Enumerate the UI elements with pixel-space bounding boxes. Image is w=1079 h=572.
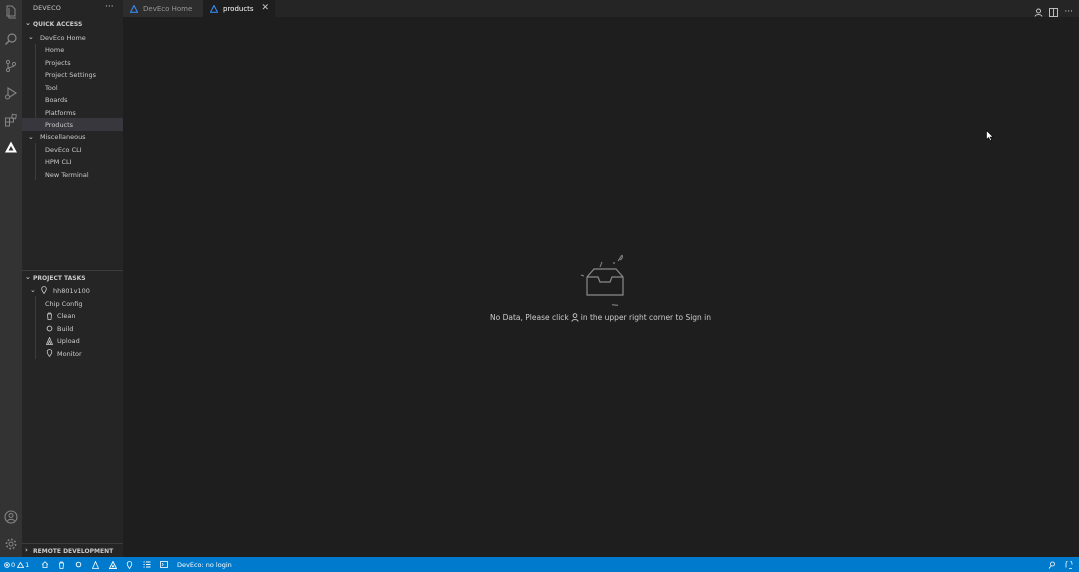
feedback-icon[interactable] — [1048, 557, 1056, 572]
run-debug-icon[interactable] — [2, 84, 20, 102]
tree-item-new-terminal[interactable]: New Terminal — [22, 168, 123, 181]
warning-count: 1 — [25, 560, 30, 569]
tree-item-projects[interactable]: Projects — [22, 56, 123, 69]
tab-products[interactable]: products ✕ — [203, 0, 275, 17]
chevron-right-icon: › — [25, 546, 28, 554]
section-project-tasks[interactable]: ⌄ PROJECT TASKS — [22, 273, 123, 284]
deveco-logo-icon[interactable] — [2, 138, 20, 156]
empty-message-text-2: in the upper right corner to Sign in — [580, 313, 712, 322]
folder-pin-icon — [41, 286, 47, 296]
flame-icon[interactable] — [92, 557, 99, 572]
list-icon[interactable] — [143, 557, 151, 572]
deveco-logo-icon — [130, 4, 138, 13]
tree-item-platforms[interactable]: Platforms — [22, 106, 123, 119]
task-upload[interactable]: Upload — [22, 335, 123, 348]
empty-inbox-icon — [578, 253, 634, 313]
section-quick-access[interactable]: ⌄ QUICK ACCESS — [22, 19, 123, 30]
task-build[interactable]: Build — [22, 322, 123, 335]
circle-icon — [46, 325, 53, 334]
source-control-icon[interactable] — [2, 57, 20, 75]
sidebar-header: DEVECO ··· — [22, 0, 123, 17]
tree-item-tool[interactable]: Tool — [22, 81, 123, 94]
search-icon[interactable] — [2, 30, 20, 48]
chevron-down-icon: ⌄ — [28, 132, 34, 141]
account-icon — [571, 313, 579, 322]
empty-message-text: No Data, Please click — [490, 313, 569, 322]
section-divider[interactable] — [22, 543, 123, 544]
tab-label: DevEco Home — [143, 4, 193, 13]
deveco-logo-icon — [210, 4, 218, 13]
tree-item-products[interactable]: Products — [22, 118, 123, 131]
error-icon — [4, 561, 10, 568]
tree-item-project-settings[interactable]: Project Settings — [22, 69, 123, 82]
deveco-logo-icon[interactable] — [109, 557, 117, 572]
mouse-pointer-icon — [986, 126, 994, 145]
empty-state-message: No Data, Please click in the upper right… — [490, 313, 711, 322]
terminal-icon[interactable] — [160, 557, 168, 572]
warning-icon — [17, 561, 25, 568]
tab-deveco-home[interactable]: DevEco Home — [123, 0, 203, 17]
sidebar-title: DEVECO — [33, 4, 61, 12]
tree-group-project[interactable]: ⌄ hh801v100 — [22, 284, 123, 297]
tree-item-home[interactable]: Home — [22, 44, 123, 57]
plug-icon — [46, 349, 53, 359]
tree-item-boards[interactable]: Boards — [22, 94, 123, 107]
account-icon[interactable] — [2, 508, 20, 526]
section-divider[interactable] — [22, 270, 123, 271]
task-clean[interactable]: Clean — [22, 310, 123, 323]
home-icon[interactable] — [41, 557, 49, 572]
tab-label: products — [223, 4, 254, 13]
chevron-down-icon: ⌄ — [30, 286, 36, 294]
settings-gear-icon[interactable] — [2, 535, 20, 553]
error-count: 0 — [11, 560, 16, 569]
close-icon[interactable]: ✕ — [261, 3, 269, 13]
editor-tab-bar: DevEco Home products ✕ ··· — [123, 0, 1079, 17]
tree-group-miscellaneous[interactable]: ⌄ Miscellaneous — [22, 131, 123, 144]
flame-icon — [45, 335, 54, 347]
trash-icon — [46, 312, 53, 322]
chevron-down-icon: ⌄ — [28, 33, 34, 41]
more-actions-icon[interactable]: ··· — [105, 2, 114, 12]
task-chip-config[interactable]: Chip Config — [22, 297, 123, 310]
activity-bar — [0, 0, 22, 557]
section-remote-development[interactable]: › REMOTE DEVELOPMENT — [22, 546, 123, 557]
extensions-icon[interactable] — [2, 111, 20, 129]
problems-indicator[interactable]: 0 1 — [4, 557, 29, 572]
plug-icon[interactable] — [126, 557, 133, 572]
tree-group-deveco-home[interactable]: ⌄ DevEco Home — [22, 31, 123, 44]
tree-item-hpm-cli[interactable]: HPM CLI — [22, 156, 123, 169]
task-monitor[interactable]: Monitor — [22, 347, 123, 360]
circle-icon[interactable] — [75, 557, 82, 572]
chevron-down-icon: ⌄ — [25, 19, 31, 27]
chevron-down-icon: ⌄ — [25, 273, 31, 281]
more-actions-icon[interactable]: ··· — [1064, 7, 1073, 17]
login-status[interactable]: DevEco: no login — [177, 557, 232, 572]
editor-area: No Data, Please click in the upper right… — [123, 17, 1079, 557]
sidebar: DEVECO ··· ⌄ QUICK ACCESS ⌄ DevEco Home … — [22, 0, 123, 557]
status-bar: 0 1 DevEco: no login — [0, 557, 1079, 572]
explorer-icon[interactable] — [2, 3, 20, 21]
tree-item-deveco-cli[interactable]: DevEco CLI — [22, 143, 123, 156]
notifications-icon[interactable] — [1065, 557, 1073, 572]
trash-icon[interactable] — [58, 557, 65, 572]
